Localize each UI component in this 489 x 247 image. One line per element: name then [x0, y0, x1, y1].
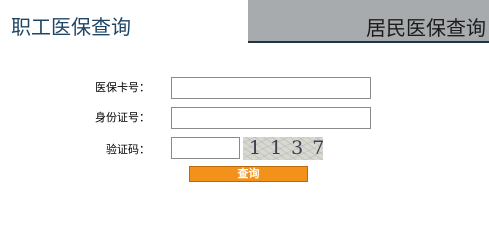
captcha-image[interactable]: 1137	[243, 137, 323, 160]
card-number-label: 医保卡号：	[95, 81, 150, 94]
tab-employee-insurance-query[interactable]: 职工医保查询	[0, 0, 248, 42]
verification-code-label: 验证码：	[106, 143, 150, 156]
query-button[interactable]: 查询	[189, 166, 308, 182]
tab-resident-label: 居民医保查询	[366, 16, 486, 40]
captcha-text: 1137	[249, 137, 323, 159]
tab-employee-label: 职工医保查询	[11, 15, 131, 39]
card-number-input[interactable]	[171, 77, 371, 99]
verification-code-input[interactable]	[171, 137, 240, 159]
id-number-input[interactable]	[171, 107, 371, 129]
id-number-label: 身份证号：	[95, 111, 150, 124]
tab-resident-insurance-query[interactable]: 居民医保查询	[248, 0, 489, 43]
